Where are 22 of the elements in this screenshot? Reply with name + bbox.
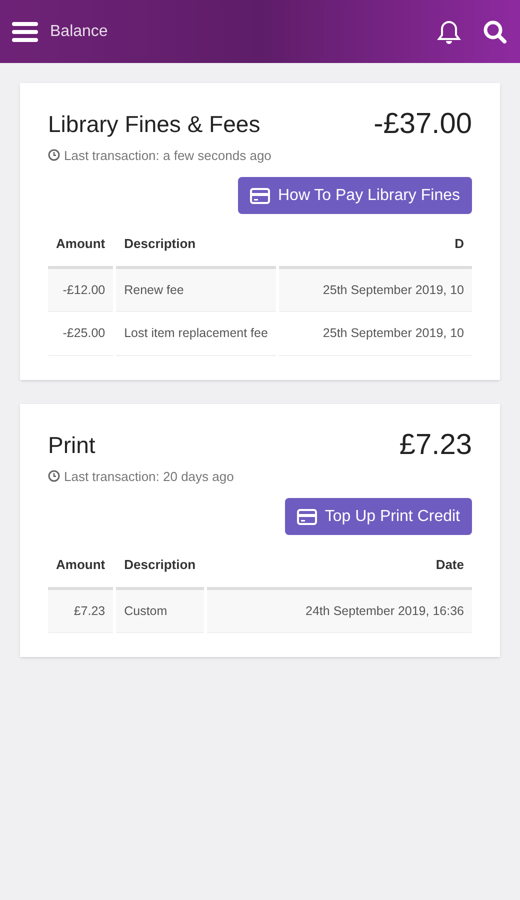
table-cell: -£12.00 (48, 268, 114, 312)
table-cell: Renew fee (116, 268, 276, 312)
table-cell: 25th September 2019, 10 (278, 268, 472, 312)
clock-icon (48, 149, 60, 162)
card-title: Print (48, 431, 96, 460)
balance-total: £7.23 (399, 428, 472, 463)
credit-card-icon (250, 188, 270, 204)
bell-icon[interactable] (436, 18, 462, 44)
last-transaction: Last transaction: 20 days ago (64, 468, 234, 486)
table-cell: 24th September 2019, 16:36 (206, 590, 472, 634)
balance-total: -£37.00 (374, 107, 472, 142)
action-button[interactable]: How To Pay Library Fines (238, 177, 472, 214)
search-icon[interactable] (482, 18, 508, 44)
card-title: Library Fines & Fees (48, 110, 262, 139)
action-button[interactable]: Top Up Print Credit (284, 498, 472, 535)
clock-icon (48, 470, 60, 482)
menu-icon[interactable] (12, 20, 38, 42)
table-cell: £7.23 (48, 590, 114, 634)
credit-card-icon (296, 508, 317, 524)
last-transaction: Last transaction: a few seconds ago (64, 146, 272, 165)
table-cell: Custom (116, 590, 204, 634)
page-title: Balance (50, 22, 108, 42)
